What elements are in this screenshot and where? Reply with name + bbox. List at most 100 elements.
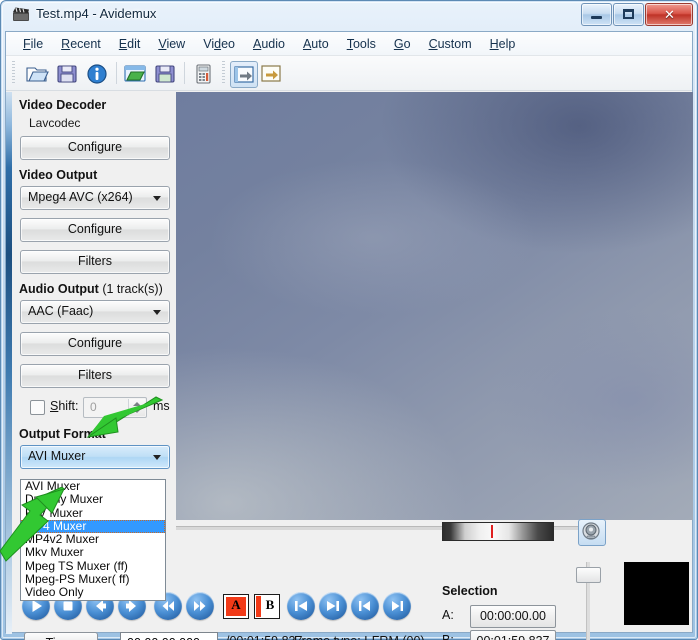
save-project-icon[interactable] (152, 61, 178, 86)
dropdown-item-video-only[interactable]: Video Only (21, 586, 165, 600)
output-format-title: Output Format (19, 427, 106, 441)
open-project-icon[interactable] (122, 61, 148, 86)
jump-to-icon[interactable] (230, 61, 258, 88)
toolbar (6, 56, 692, 91)
next-keyframe-button[interactable] (383, 592, 411, 620)
total-duration-label: /00:01:59.837 (226, 634, 302, 640)
dropdown-item-flv-muxer[interactable]: FLV Muxer (21, 506, 165, 520)
dropdown-item-mp4-muxer[interactable]: MP4 Muxer (21, 519, 165, 534)
close-icon: ✕ (664, 7, 675, 22)
info-icon[interactable] (84, 61, 110, 86)
frame-type-label: Frame type: I-FRM (00) (294, 634, 425, 640)
navigation-playhead (491, 525, 493, 538)
chevron-down-icon (153, 196, 161, 201)
client-area: File Recent Edit View Video Audio Auto T… (5, 31, 693, 640)
mark-b-button[interactable]: B (254, 594, 280, 619)
menu-custom[interactable]: Custom (420, 34, 481, 54)
stepper-arrows-icon[interactable] (128, 399, 145, 416)
audio-track-count: (1 track(s)) (102, 282, 163, 296)
selection-b-label: B: (442, 633, 454, 640)
dropdown-item-avi-muxer[interactable]: AVI Muxer (21, 479, 165, 493)
menu-video[interactable]: Video (194, 34, 244, 54)
dropdown-item-dummy-muxer[interactable]: Dummy Muxer (21, 492, 165, 506)
avidemux-window: Test.mp4 - Avidemux ✕ File Recent Edit V… (0, 0, 698, 640)
video-output-codec-combo[interactable]: Mpeg4 AVC (x264) (20, 186, 170, 210)
go-to-start-button[interactable] (287, 592, 315, 620)
audio-output-codec-value: AAC (Faac) (28, 304, 94, 318)
menu-tools[interactable]: Tools (338, 34, 385, 54)
close-button[interactable]: ✕ (645, 3, 693, 26)
selection-title: Selection (442, 584, 498, 598)
title-bar: Test.mp4 - Avidemux ✕ (0, 0, 698, 30)
audio-shift-label: Shift: (50, 399, 79, 413)
menu-view[interactable]: View (149, 34, 194, 54)
window-controls: ✕ (580, 3, 693, 26)
selection-a-row: A: 00:00:00.00 (442, 605, 572, 628)
mark-b-letter: B (265, 597, 275, 612)
video-decoder-title: Video Decoder (19, 98, 107, 112)
audio-shift-value: 0 (90, 400, 97, 414)
audio-shift-checkbox[interactable] (30, 400, 45, 415)
audio-shift-row: Shift: 0 ms (20, 396, 175, 418)
video-decoder-configure-button[interactable]: Configure (20, 136, 170, 160)
go-to-end-button[interactable] (319, 592, 347, 620)
output-format-combo[interactable]: AVI Muxer (20, 445, 170, 469)
toolbar-separator-2 (184, 62, 185, 84)
previous-keyframe-button[interactable] (351, 592, 379, 620)
menu-help[interactable]: Help (481, 34, 525, 54)
selection-b-field[interactable]: 00:01:59.837 (470, 630, 556, 640)
video-output-codec-value: Mpeg4 AVC (x264) (28, 190, 133, 204)
mark-a-letter: A (231, 597, 241, 612)
menu-bar: File Recent Edit View Video Audio Auto T… (6, 32, 692, 56)
selection-a-label: A: (442, 608, 454, 622)
forward-button[interactable] (186, 592, 214, 620)
thumbnail-preview (624, 562, 689, 625)
toolbar-separator (116, 62, 117, 84)
mark-a-button[interactable]: A (223, 594, 249, 619)
window-title: Test.mp4 - Avidemux (36, 6, 157, 21)
chevron-down-icon (153, 455, 161, 460)
open-file-icon[interactable] (24, 61, 50, 86)
volume-slider-handle[interactable] (576, 567, 601, 583)
video-output-configure-button[interactable]: Configure (20, 218, 170, 242)
film-clapper-icon (13, 7, 29, 21)
chevron-down-icon (153, 310, 161, 315)
menu-edit[interactable]: Edit (110, 34, 150, 54)
navigation-strip[interactable] (442, 522, 554, 541)
menu-file[interactable]: File (14, 34, 52, 54)
selection-a-field[interactable]: 00:00:00.00 (470, 605, 556, 628)
left-panel: Video Decoder Lavcodec Configure Video O… (15, 92, 175, 477)
minimize-button[interactable] (581, 3, 612, 26)
video-output-title: Video Output (19, 168, 98, 182)
output-format-dropdown-list[interactable]: AVI Muxer Dummy Muxer FLV Muxer MP4 Muxe… (20, 479, 166, 601)
video-frame-haze (176, 92, 693, 520)
selection-b-row: B: 00:01:59.837 (442, 630, 572, 640)
calculator-icon[interactable] (190, 61, 216, 86)
audio-output-configure-button[interactable]: Configure (20, 332, 170, 356)
dropdown-item-mpeg-ts-muxer[interactable]: Mpeg TS Muxer (ff) (21, 559, 165, 573)
toolbar-grip-2 (222, 61, 225, 85)
menu-recent[interactable]: Recent (52, 34, 110, 54)
dropdown-item-mkv-muxer[interactable]: Mkv Muxer (21, 546, 165, 560)
audio-output-title: Audio Output (1 track(s)) (19, 282, 163, 296)
current-time-field[interactable]: 00:00:00.000 (120, 632, 218, 640)
dropdown-item-mpeg-ps-muxer[interactable]: Mpeg-PS Muxer( ff) (21, 572, 165, 586)
video-preview (176, 92, 693, 520)
audio-shift-units: ms (153, 399, 170, 413)
audio-output-filters-button[interactable]: Filters (20, 364, 170, 388)
video-output-filters-button[interactable]: Filters (20, 250, 170, 274)
menu-audio[interactable]: Audio (244, 34, 294, 54)
video-decoder-codec: Lavcodec (29, 116, 81, 130)
time-button[interactable]: Time: (24, 632, 98, 640)
menu-go[interactable]: Go (385, 34, 420, 54)
audio-shift-stepper[interactable]: 0 (83, 397, 147, 418)
toolbar-grip (12, 61, 15, 85)
output-format-value: AVI Muxer (28, 449, 86, 463)
speaker-icon[interactable] (578, 519, 606, 546)
maximize-button[interactable] (613, 3, 644, 26)
dropdown-item-mp4v2-muxer[interactable]: MP4v2 Muxer (21, 532, 165, 546)
audio-output-codec-combo[interactable]: AAC (Faac) (20, 300, 170, 324)
goto-icon[interactable] (258, 61, 284, 86)
save-file-icon[interactable] (54, 61, 80, 86)
menu-auto[interactable]: Auto (294, 34, 338, 54)
